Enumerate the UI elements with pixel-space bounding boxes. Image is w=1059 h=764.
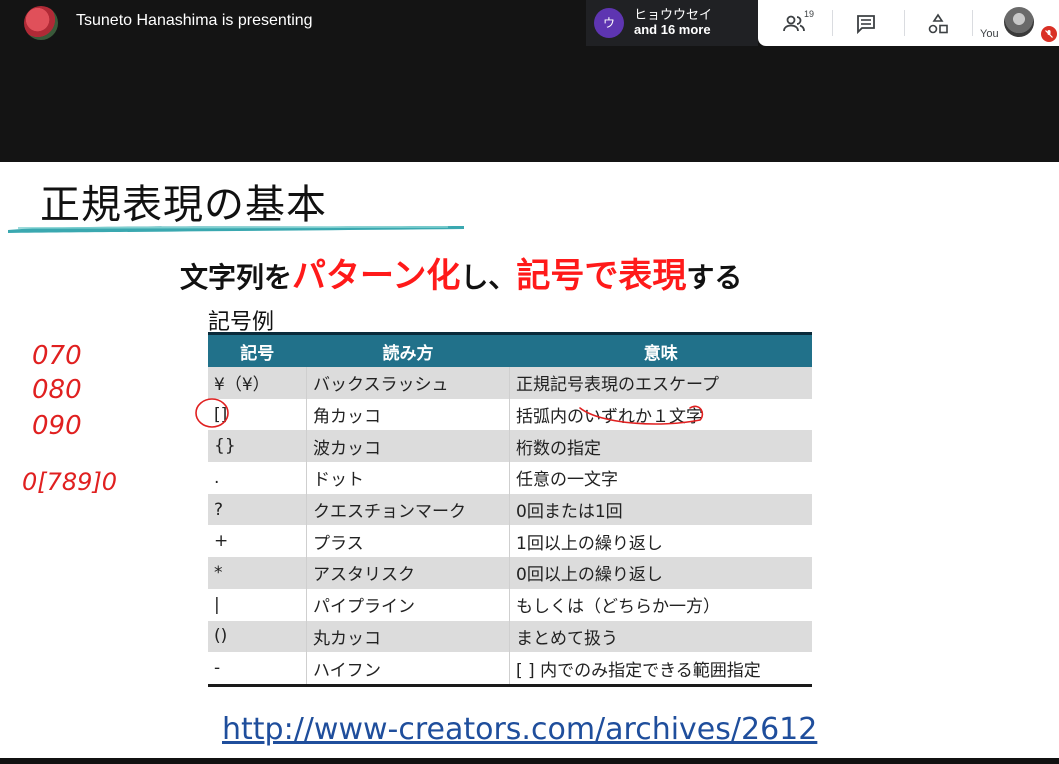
symbol-cell: {} <box>208 430 307 463</box>
symbol-table: 記号 読み方 意味 ¥（¥） バックスラッシュ 正規記号表現のエスケープ[] 角カッコ… <box>208 332 812 687</box>
mic-off-indicator <box>1041 26 1057 42</box>
divider <box>904 10 905 36</box>
table-row: . ドット 任意の一文字 <box>208 462 812 494</box>
symbol-cell: . <box>208 462 307 494</box>
title-underline <box>8 226 464 233</box>
column-header: 記号 <box>208 332 307 367</box>
chat-icon <box>857 15 875 35</box>
headline-emphasis: 記号で表現 <box>516 256 687 296</box>
headline-part: する <box>686 261 743 294</box>
reading-cell: ハイフン <box>306 652 510 687</box>
symbol-cell: * <box>208 557 307 589</box>
presenter-status: Tsuneto Hanashima is presenting <box>76 12 313 29</box>
table-row: ¥（¥） バックスラッシュ 正規記号表現のエスケープ <box>208 367 812 399</box>
participants-chip[interactable]: ウ ヒョウウセイ and 16 more <box>586 0 758 46</box>
table-body: ¥（¥） バックスラッシュ 正規記号表現のエスケープ[] 角カッコ 括弧内のいずれか１文… <box>208 367 812 687</box>
reading-cell: 波カッコ <box>306 430 510 463</box>
people-count-badge: 19 <box>804 9 815 19</box>
column-header: 読み方 <box>306 332 510 367</box>
reading-cell: アスタリスク <box>306 557 510 589</box>
participant-more: and 16 more <box>634 22 711 37</box>
headline-emphasis: パターン化 <box>292 256 461 296</box>
meaning-cell: 0回または1回 <box>509 493 812 526</box>
self-avatar[interactable] <box>1004 7 1034 37</box>
chat-button[interactable] <box>852 10 880 38</box>
meaning-cell: 正規記号表現のエスケープ <box>509 367 812 399</box>
bottom-strip <box>0 758 1059 764</box>
meaning-cell: [ ] 内でのみ指定できる範囲指定 <box>509 652 812 687</box>
presentation-slide: 正規表現の基本 文字列をパターン化し、記号で表現する 記号例 記号 読み方 意味… <box>0 162 1059 758</box>
activities-button[interactable] <box>924 10 952 38</box>
symbol-cell: | <box>208 588 307 621</box>
participant-avatar: ウ <box>594 8 624 38</box>
table-row: {} 波カッコ 桁数の指定 <box>208 430 812 463</box>
reading-cell: ドット <box>306 462 510 494</box>
meaning-cell: 1回以上の繰り返し <box>509 525 812 558</box>
mic-off-icon <box>1045 30 1053 38</box>
slide-headline: 文字列をパターン化し、記号で表現する <box>180 248 742 297</box>
meaning-cell: 括弧内のいずれか１文字 <box>509 398 812 431</box>
symbol-cell: ? <box>208 493 307 526</box>
meaning-cell: 0回以上の繰り返し <box>509 557 812 589</box>
table-row: [] 角カッコ 括弧内のいずれか１文字 <box>208 398 812 431</box>
headline-part: し、 <box>460 261 517 294</box>
headline-part: 文字列を <box>180 261 293 294</box>
table-row: | パイプライン もしくは（どちらか一方） <box>208 588 812 621</box>
table-header-row: 記号 読み方 意味 <box>208 332 812 367</box>
reading-cell: プラス <box>306 525 510 558</box>
presenter-avatar <box>24 6 58 40</box>
meaning-cell: もしくは（どちらか一方） <box>509 588 812 621</box>
reading-cell: パイプライン <box>306 588 510 621</box>
you-label: You <box>980 28 999 40</box>
participant-name: ヒョウウセイ <box>634 7 713 22</box>
symbol-cell: () <box>208 620 307 653</box>
reading-cell: 角カッコ <box>306 398 510 431</box>
column-header: 意味 <box>509 332 812 367</box>
symbol-cell: [] <box>208 398 307 431</box>
divider <box>832 10 833 36</box>
meaning-cell: 任意の一文字 <box>509 462 812 494</box>
reading-cell: クエスチョンマーク <box>306 493 510 526</box>
activities-icon <box>928 13 948 34</box>
symbol-cell: + <box>208 525 307 558</box>
people-icon <box>783 15 805 32</box>
table-row: - ハイフン[ ] 内でのみ指定できる範囲指定 <box>208 652 812 687</box>
divider <box>972 10 973 36</box>
meeting-controls: 19 You <box>758 0 1059 46</box>
meaning-cell: 桁数の指定 <box>509 430 812 463</box>
reading-cell: バックスラッシュ <box>306 367 510 399</box>
table-row: * アスタリスク 0回以上の繰り返し <box>208 557 812 589</box>
table-row: () 丸カッコ まとめて扱う <box>208 620 812 653</box>
symbol-cell: ¥（¥） <box>208 367 307 399</box>
source-link[interactable]: http://www-creators.com/archives/2612 <box>222 712 817 747</box>
symbol-cell: - <box>208 652 307 687</box>
meeting-top-bar: Tsuneto Hanashima is presenting ウ ヒョウウセイ… <box>0 0 1059 162</box>
table-row: ? クエスチョンマーク 0回または1回 <box>208 493 812 526</box>
reading-cell: 丸カッコ <box>306 620 510 653</box>
table-row: + プラス 1回以上の繰り返し <box>208 525 812 558</box>
meaning-cell: まとめて扱う <box>509 620 812 653</box>
